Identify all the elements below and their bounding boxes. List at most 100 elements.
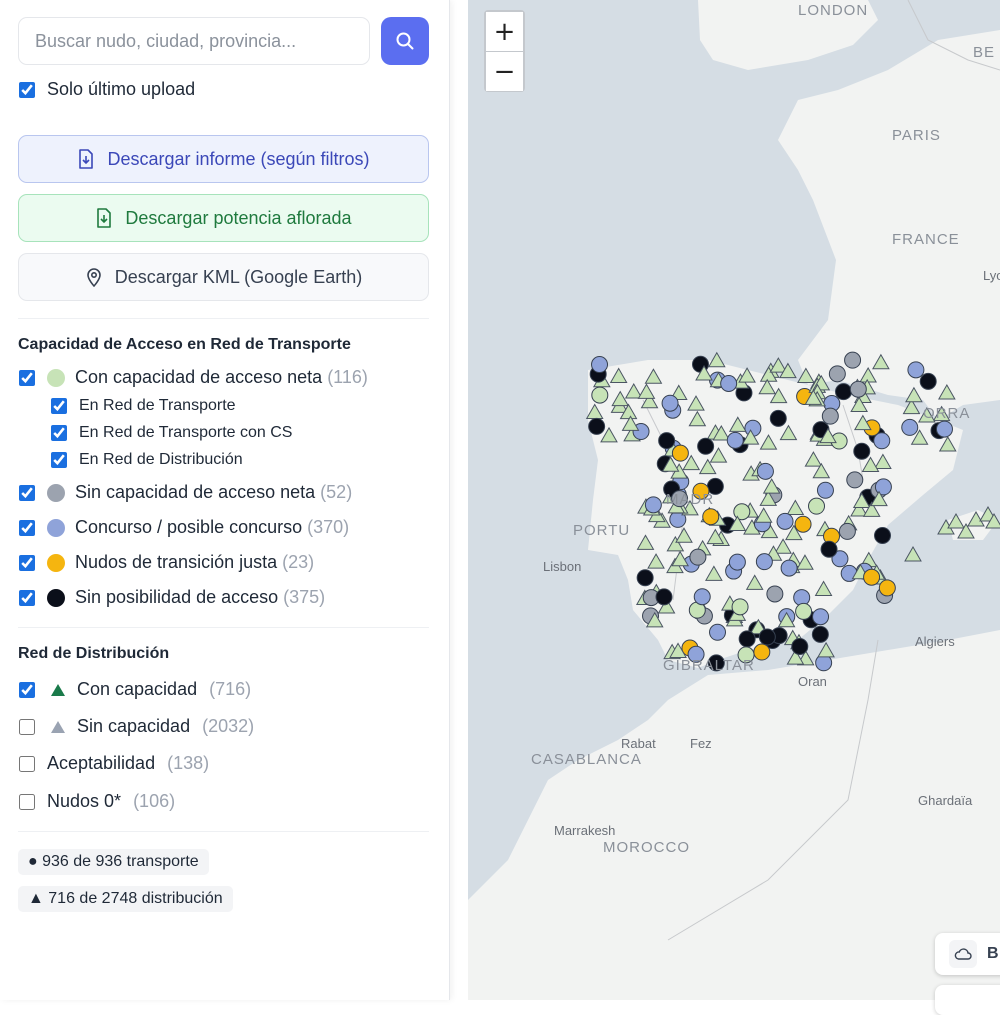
transport-node-marker[interactable] xyxy=(726,431,744,449)
distribution-checkbox-acceptability[interactable] xyxy=(19,755,35,772)
transport-checkbox-contest[interactable] xyxy=(19,519,35,536)
transport-item-contest[interactable]: Concurso / posible concurso (370) xyxy=(19,517,349,538)
transport-node-marker[interactable] xyxy=(769,409,787,427)
transport-node-marker[interactable] xyxy=(812,608,830,626)
transport-node-marker[interactable] xyxy=(846,471,864,489)
distribution-node-marker[interactable] xyxy=(904,545,922,562)
transport-node-marker[interactable] xyxy=(702,508,720,526)
download-kml-button[interactable]: Descargar KML (Google Earth) xyxy=(18,253,429,301)
map-secondary-control[interactable] xyxy=(935,985,1000,1015)
map-pin-icon xyxy=(86,268,101,287)
download-report-button[interactable]: Descargar informe (según filtros) xyxy=(18,135,429,183)
transport-node-marker[interactable] xyxy=(849,380,867,398)
transport-node-marker[interactable] xyxy=(776,512,794,530)
transport-node-marker[interactable] xyxy=(811,625,829,643)
transport-node-marker[interactable] xyxy=(655,588,673,606)
transport-node-marker[interactable] xyxy=(636,569,654,587)
transport-node-marker[interactable] xyxy=(644,496,662,514)
basemap-control[interactable]: B xyxy=(935,933,1000,975)
transport-node-marker[interactable] xyxy=(728,553,746,571)
transport-checkbox-with-capacity[interactable] xyxy=(19,369,35,386)
transport-item-just-transition[interactable]: Nudos de transición justa (23) xyxy=(19,552,314,573)
zoom-in-button[interactable]: + xyxy=(486,12,523,51)
transport-node-marker[interactable] xyxy=(755,553,773,571)
search-button[interactable] xyxy=(381,17,429,65)
only-last-upload-option[interactable]: Solo último upload xyxy=(19,79,195,100)
transport-node-marker[interactable] xyxy=(828,365,846,383)
transport-node-marker[interactable] xyxy=(791,638,809,656)
transport-node-marker[interactable] xyxy=(919,372,937,390)
transport-node-marker[interactable] xyxy=(658,432,676,450)
zoom-out-button[interactable]: − xyxy=(486,52,523,91)
transport-node-marker[interactable] xyxy=(697,437,715,455)
distribution-item-acceptability[interactable]: Aceptabilidad (138) xyxy=(19,753,209,774)
map-canvas[interactable]: LONDON PARIS FRANCE BE Lyo ORRA PORTU MADR Lisbo… xyxy=(468,0,1000,1000)
distribution-checkbox-zero-nodes[interactable] xyxy=(19,793,35,810)
transport-node-marker[interactable] xyxy=(709,623,727,641)
transport-node-marker[interactable] xyxy=(935,420,953,438)
transport-node-marker[interactable] xyxy=(874,478,892,496)
transport-node-marker[interactable] xyxy=(878,579,896,597)
transport-item-without-capacity[interactable]: Sin capacidad de acceso neta (52) xyxy=(19,482,352,503)
transport-node-marker[interactable] xyxy=(758,628,776,646)
transport-node-marker[interactable] xyxy=(835,383,853,401)
distribution-item-without-capacity[interactable]: Sin capacidad (2032) xyxy=(19,716,254,737)
distribution-checkbox-without-capacity[interactable] xyxy=(19,718,35,735)
transport-node-marker[interactable] xyxy=(738,630,756,648)
transport-node-marker[interactable] xyxy=(873,432,891,450)
transport-node-marker[interactable] xyxy=(853,442,871,460)
divider xyxy=(18,318,429,319)
transport-node-marker[interactable] xyxy=(766,585,784,603)
only-last-upload-checkbox[interactable] xyxy=(19,81,35,98)
transport-node-marker[interactable] xyxy=(588,417,606,435)
transport-node-marker[interactable] xyxy=(901,418,919,436)
subitem-checkbox[interactable] xyxy=(51,398,67,414)
transport-checkbox-without-capacity[interactable] xyxy=(19,484,35,501)
transport-node-marker[interactable] xyxy=(816,481,834,499)
transport-node-marker[interactable] xyxy=(720,374,738,392)
distribution-item-zero-nodes[interactable]: Nudos 0* (106) xyxy=(19,791,175,812)
transport-node-marker[interactable] xyxy=(795,602,813,620)
transport-node-marker[interactable] xyxy=(671,444,689,462)
transport-node-marker[interactable] xyxy=(661,394,679,412)
transport-node-marker[interactable] xyxy=(874,526,892,544)
transport-item-with-capacity[interactable]: Con capacidad de acceso neta (116) xyxy=(19,367,368,388)
cloud-icon xyxy=(949,940,977,968)
subitem-checkbox[interactable] xyxy=(51,452,67,468)
sidebar: Solo último upload Descargar informe (se… xyxy=(0,0,450,1000)
transport-item-label: Sin posibilidad de acceso xyxy=(75,587,279,607)
transport-node-marker[interactable] xyxy=(731,598,749,616)
transport-checkbox-just-transition[interactable] xyxy=(19,554,35,571)
transport-node-marker[interactable] xyxy=(794,515,812,533)
transport-node-marker[interactable] xyxy=(591,386,609,404)
transport-node-marker[interactable] xyxy=(753,643,771,661)
distribution-checkbox-with-capacity[interactable] xyxy=(19,681,35,698)
basemap-control-label: B xyxy=(987,945,999,962)
map[interactable]: LONDON PARIS FRANCE BE Lyo ORRA PORTU MADR Lisbo… xyxy=(468,0,1000,1000)
transport-node-marker[interactable] xyxy=(821,407,839,425)
distribution-item-with-capacity[interactable]: Con capacidad (716) xyxy=(19,679,251,700)
transport-node-marker[interactable] xyxy=(693,588,711,606)
distribution-node-marker[interactable] xyxy=(707,351,726,368)
transport-checkbox-no-access[interactable] xyxy=(19,589,35,606)
search-input[interactable] xyxy=(18,17,370,65)
transport-node-marker[interactable] xyxy=(591,356,609,374)
transport-node-marker[interactable] xyxy=(780,559,798,577)
file-download-icon xyxy=(97,208,112,228)
transport-node-marker[interactable] xyxy=(907,361,925,379)
distribution-node-marker[interactable] xyxy=(817,641,835,658)
transport-node-marker[interactable] xyxy=(844,351,862,369)
transport-node-marker[interactable] xyxy=(756,462,774,480)
subitem-transport-network-cs[interactable]: En Red de Transporte con CS xyxy=(51,424,292,442)
subitem-transport-network[interactable]: En Red de Transporte xyxy=(51,397,236,415)
transport-node-marker[interactable] xyxy=(808,497,826,515)
transport-node-marker[interactable] xyxy=(733,503,751,521)
transport-node-marker[interactable] xyxy=(863,568,881,586)
download-power-button[interactable]: Descargar potencia aflorada xyxy=(18,194,429,242)
transport-item-no-access[interactable]: Sin posibilidad de acceso (375) xyxy=(19,587,325,608)
transport-node-marker[interactable] xyxy=(689,548,707,566)
transport-node-marker[interactable] xyxy=(820,540,838,558)
subitem-distribution-network[interactable]: En Red de Distribución xyxy=(51,451,243,469)
transport-node-marker[interactable] xyxy=(838,522,856,540)
subitem-checkbox[interactable] xyxy=(51,425,67,441)
